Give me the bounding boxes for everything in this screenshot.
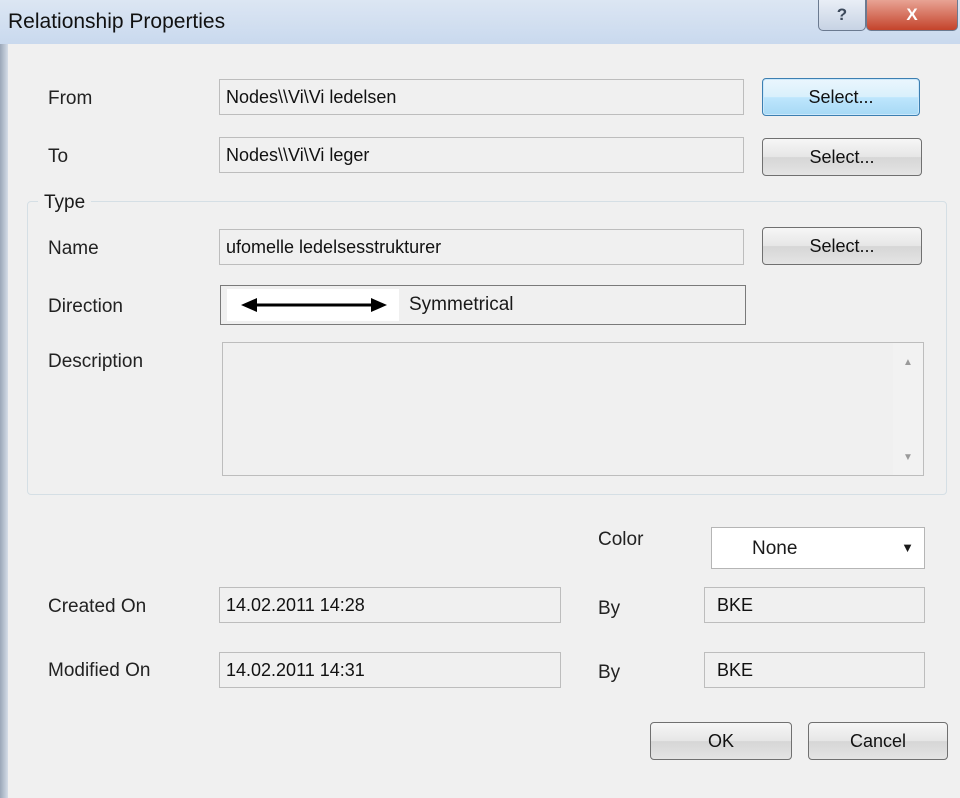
description-scrollbar[interactable]: ▲ ▼ <box>893 343 923 475</box>
name-field[interactable]: ufomelle ledelsesstrukturer <box>219 229 744 265</box>
from-field[interactable]: Nodes\\Vi\Vi ledelsen <box>219 79 744 115</box>
close-icon: X <box>906 5 918 24</box>
modified-by-label: By <box>598 662 621 683</box>
type-group-title: Type <box>38 192 92 214</box>
from-select-button[interactable]: Select... <box>762 78 920 116</box>
cancel-button[interactable]: Cancel <box>808 722 948 760</box>
scroll-up-icon[interactable]: ▲ <box>903 357 913 368</box>
created-on-field: 14.02.2011 14:28 <box>219 587 561 623</box>
name-select-button[interactable]: Select... <box>762 227 922 265</box>
dropdown-arrow-icon[interactable]: ▼ <box>901 540 914 555</box>
help-button[interactable]: ? <box>818 0 866 31</box>
color-dropdown[interactable]: None ▼ <box>711 527 925 569</box>
modified-on-label: Modified On <box>48 660 151 681</box>
to-select-button[interactable]: Select... <box>762 138 922 176</box>
from-label: From <box>48 88 93 109</box>
ok-button[interactable]: OK <box>650 722 792 760</box>
to-label: To <box>48 146 69 167</box>
to-field[interactable]: Nodes\\Vi\Vi leger <box>219 137 744 173</box>
direction-label: Direction <box>48 296 123 317</box>
direction-selector[interactable]: Symmetrical <box>220 285 746 325</box>
double-arrow-icon <box>227 289 399 321</box>
direction-value: Symmetrical <box>409 294 514 315</box>
color-label: Color <box>598 529 644 550</box>
modified-on-field: 14.02.2011 14:31 <box>219 652 561 688</box>
scroll-down-icon[interactable]: ▼ <box>903 452 913 463</box>
title-bar: Relationship Properties ? X <box>0 0 960 44</box>
help-icon: ? <box>836 5 848 24</box>
name-label: Name <box>48 238 99 259</box>
color-dropdown-value: None <box>752 538 798 559</box>
window-title: Relationship Properties <box>8 10 226 33</box>
window-border <box>0 44 8 798</box>
created-on-label: Created On <box>48 596 147 617</box>
description-textarea[interactable]: ▲ ▼ <box>222 342 924 476</box>
created-by-label: By <box>598 598 621 619</box>
created-by-field: BKE <box>704 587 925 623</box>
description-label: Description <box>48 351 144 372</box>
modified-by-field: BKE <box>704 652 925 688</box>
close-button[interactable]: X <box>866 0 958 31</box>
